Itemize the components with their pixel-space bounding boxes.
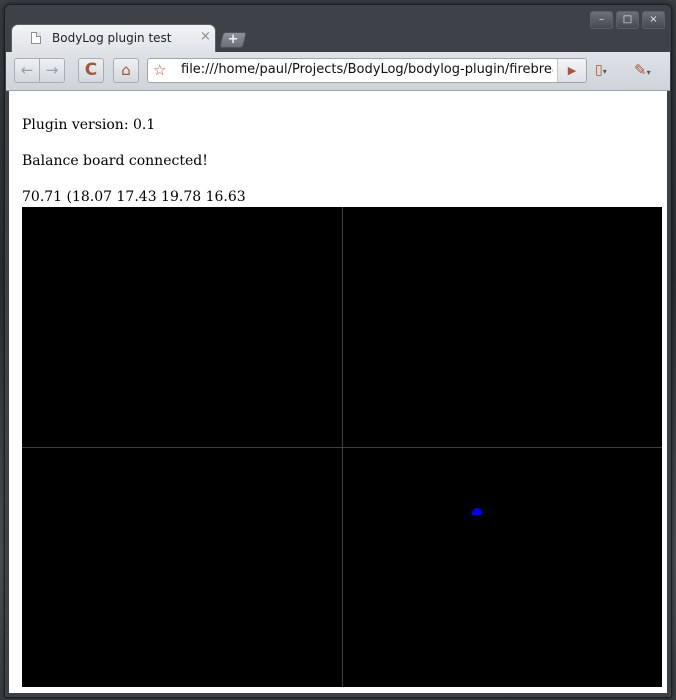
- url-text[interactable]: file:///home/paul/Projects/BodyLog/bodyl…: [181, 62, 553, 77]
- plus-icon: +: [227, 32, 239, 47]
- status-text: Balance board connected!: [22, 153, 208, 169]
- new-tab-button[interactable]: +: [219, 32, 247, 48]
- page-content: Plugin version: 0.1 Balance board connec…: [9, 91, 667, 693]
- page-menu-button[interactable]: ▯▾: [595, 62, 607, 78]
- maximize-button[interactable]: □: [616, 11, 639, 29]
- wrench-menu-button[interactable]: ✎▾: [634, 61, 651, 79]
- back-arrow-icon: ←: [20, 61, 34, 79]
- reload-icon: C: [84, 60, 98, 80]
- chevron-down-icon: ▾: [646, 68, 651, 77]
- tab-title: BodyLog plugin test: [52, 31, 172, 45]
- star-icon[interactable]: ☆: [153, 61, 166, 80]
- toolbar: ← → C ⌂ ☆ file:///home/paul/Projects/Bod…: [6, 52, 670, 91]
- center-of-pressure-dot: [472, 508, 482, 515]
- minimize-button[interactable]: –: [590, 11, 613, 29]
- chevron-down-icon: ▾: [602, 67, 607, 76]
- plugin-version-text: Plugin version: 0.1: [22, 117, 156, 133]
- page-menu-icon: ▯: [595, 62, 603, 78]
- back-button[interactable]: ←: [14, 58, 40, 83]
- forward-arrow-icon: →: [45, 61, 59, 79]
- close-window-button[interactable]: ×: [642, 11, 665, 29]
- browser-tab[interactable]: BodyLog plugin test ×: [11, 24, 216, 52]
- tab-close-icon[interactable]: ×: [200, 30, 211, 44]
- go-arrow-icon: ▶: [567, 64, 577, 77]
- reload-button[interactable]: C: [78, 58, 104, 83]
- document-icon: [31, 32, 41, 44]
- browser-window: – □ × BodyLog plugin test × + ← → C ⌂ ☆ …: [4, 4, 672, 698]
- window-controls: – □ ×: [590, 11, 665, 29]
- address-bar[interactable]: ☆ file:///home/paul/Projects/BodyLog/bod…: [147, 58, 587, 83]
- go-button[interactable]: ▶: [557, 59, 586, 82]
- home-button[interactable]: ⌂: [113, 58, 139, 83]
- horizontal-axis-line: [22, 447, 662, 448]
- balance-board-canvas[interactable]: [22, 207, 662, 687]
- wrench-icon: ✎: [634, 61, 647, 79]
- forward-button[interactable]: →: [39, 58, 65, 83]
- readings-text: 70.71 (18.07 17.43 19.78 16.63: [22, 189, 246, 205]
- home-icon: ⌂: [121, 61, 131, 79]
